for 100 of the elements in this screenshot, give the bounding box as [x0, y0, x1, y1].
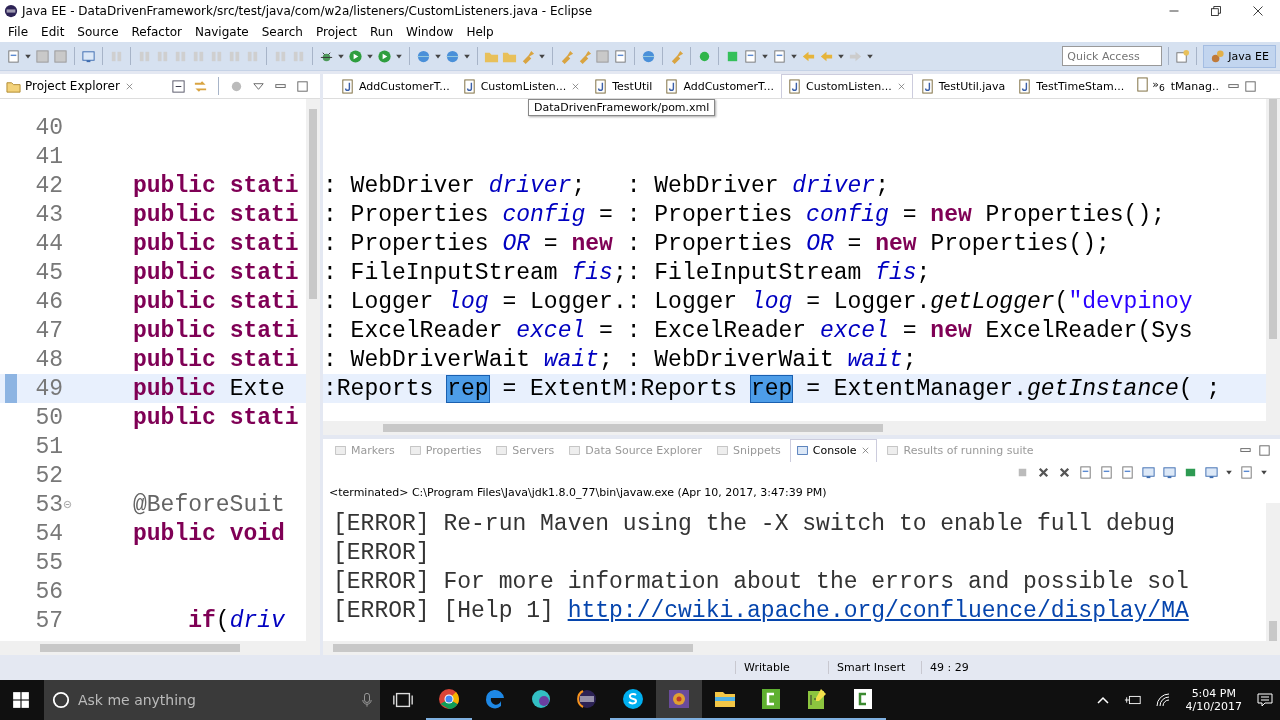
code-text: ;	[902, 346, 917, 373]
menu-item[interactable]: Source	[71, 25, 126, 39]
code-text: public	[133, 172, 216, 199]
code-text: ;	[916, 259, 931, 286]
link[interactable]: http://cwiki.apache.org/confluence/display/MA	[567, 597, 1189, 624]
menu-item[interactable]: Edit	[35, 25, 72, 39]
code-text: OR	[502, 230, 531, 257]
menu-item[interactable]: File	[2, 25, 36, 39]
clock[interactable]: 5:04 PM 4/10/2017	[1185, 687, 1242, 713]
code-text: = Logger.	[805, 288, 931, 315]
code-text: config	[806, 201, 889, 228]
code-text: Exte	[228, 375, 285, 402]
search-field[interactable]: Ask me anything	[76, 691, 356, 709]
code-text: fis	[875, 259, 917, 286]
code-text: excel	[516, 317, 586, 344]
code-text: = ExtentManager.	[805, 375, 1027, 402]
menu-item[interactable]: Navigate	[188, 25, 256, 39]
code-text: new	[571, 230, 613, 257]
menu-item[interactable]: Window	[400, 25, 461, 39]
code-text: public	[133, 317, 216, 344]
line-number: 53	[17, 491, 75, 518]
tab-overflow[interactable]: »$_{6}$	[1152, 78, 1165, 94]
code-text: rep	[447, 375, 489, 402]
code-text: getInstance	[1026, 375, 1179, 402]
line-number: 40	[34, 114, 64, 141]
code-text: (	[215, 607, 230, 634]
code-text: new	[875, 230, 917, 257]
code-text: if	[187, 607, 216, 634]
editor-tab[interactable]: CustomListen...	[781, 74, 913, 98]
line-number: 55	[34, 549, 64, 576]
code-text: :Reports	[323, 375, 435, 402]
code-text: : Logger	[323, 288, 435, 315]
code-text: [ERROR] [Help 1]	[333, 597, 555, 624]
code-text: log	[447, 288, 489, 315]
code-text: stati	[228, 317, 299, 344]
menu-item[interactable]: Refactor	[125, 25, 189, 39]
code-text: config	[502, 201, 586, 228]
code-text: ( ;	[1178, 375, 1221, 402]
code-text: =	[542, 230, 559, 257]
menu-item[interactable]: Run	[364, 25, 401, 39]
menu-item[interactable]: Project	[309, 25, 365, 39]
code-text: = ExtentM:Reports	[501, 375, 739, 402]
code-text: ; : WebDriver	[571, 172, 780, 199]
code-text: ;	[875, 172, 889, 199]
code-text: Properties();	[984, 201, 1165, 228]
code-text: driver	[792, 172, 876, 199]
menu-item[interactable]: Search	[255, 25, 310, 39]
line-number: 47	[34, 317, 64, 344]
code-text: wait	[543, 346, 600, 373]
code-text: public	[133, 404, 216, 431]
code-text: =	[901, 201, 918, 228]
code-text: stati	[228, 346, 299, 373]
code-text: public	[133, 230, 216, 257]
code-text: driver	[488, 172, 572, 199]
view-tab[interactable]: Console	[789, 438, 878, 462]
status-field: Writable	[735, 661, 828, 674]
line-number: 50	[34, 404, 64, 431]
code-text: public	[133, 201, 216, 228]
code-text: stati	[228, 288, 299, 315]
line-number: 43	[34, 201, 64, 228]
line-number: 56	[34, 578, 64, 605]
code-text: stati	[228, 259, 299, 286]
code-text: log	[750, 288, 793, 315]
view-title: Project Explorer	[25, 79, 120, 93]
perspective-button[interactable]: Java EE	[1203, 44, 1276, 68]
line-number: 41	[34, 143, 64, 170]
code-text: : ExcelReader	[323, 317, 504, 344]
code-text: [ERROR]	[333, 539, 430, 566]
code-text: public	[133, 259, 216, 286]
code-text: [ERROR] For more information about the errors and possible sol	[333, 568, 1189, 595]
code-text: : WebDriver	[323, 172, 476, 199]
quick-access-field[interactable]: Quick Access	[1062, 46, 1163, 66]
line-number: 57	[34, 607, 64, 634]
code-text: excel	[819, 317, 889, 344]
line-number: 54	[34, 520, 64, 547]
code-text: driv	[229, 607, 285, 634]
clock-date: 4/10/2017	[1185, 700, 1242, 713]
code-text: new	[930, 201, 972, 228]
code-text: ;: FileInputStream	[612, 259, 863, 286]
code-text: public	[133, 375, 216, 402]
code-text: stati	[228, 201, 299, 228]
code-text: fis	[571, 259, 613, 286]
code-text: public	[133, 346, 216, 373]
code-text: public	[133, 520, 216, 547]
status-field: Smart Insert	[828, 661, 921, 674]
code-text: = : Properties	[598, 201, 794, 228]
search-box[interactable]: Ask me anything	[44, 680, 380, 720]
code-text: wait	[847, 346, 903, 373]
code-text: stati	[228, 230, 299, 257]
code-text: public	[133, 288, 216, 315]
clock-time: 5:04 PM	[1191, 687, 1236, 700]
code-text: = : ExcelReader	[598, 317, 808, 344]
code-text: : FileInputStream	[323, 259, 559, 286]
line-number: 48	[34, 346, 64, 373]
window-title: Java EE - DataDrivenFramework/src/test/java/com/w2a/listeners/CustomListeners.java - Eclipse	[22, 4, 594, 18]
line-number: 49	[34, 375, 64, 402]
menu-item[interactable]: Help	[460, 25, 501, 39]
line-number: 42	[34, 172, 64, 199]
code-text: @BeforeSuit	[133, 491, 285, 518]
code-text: : Properties	[323, 201, 490, 228]
